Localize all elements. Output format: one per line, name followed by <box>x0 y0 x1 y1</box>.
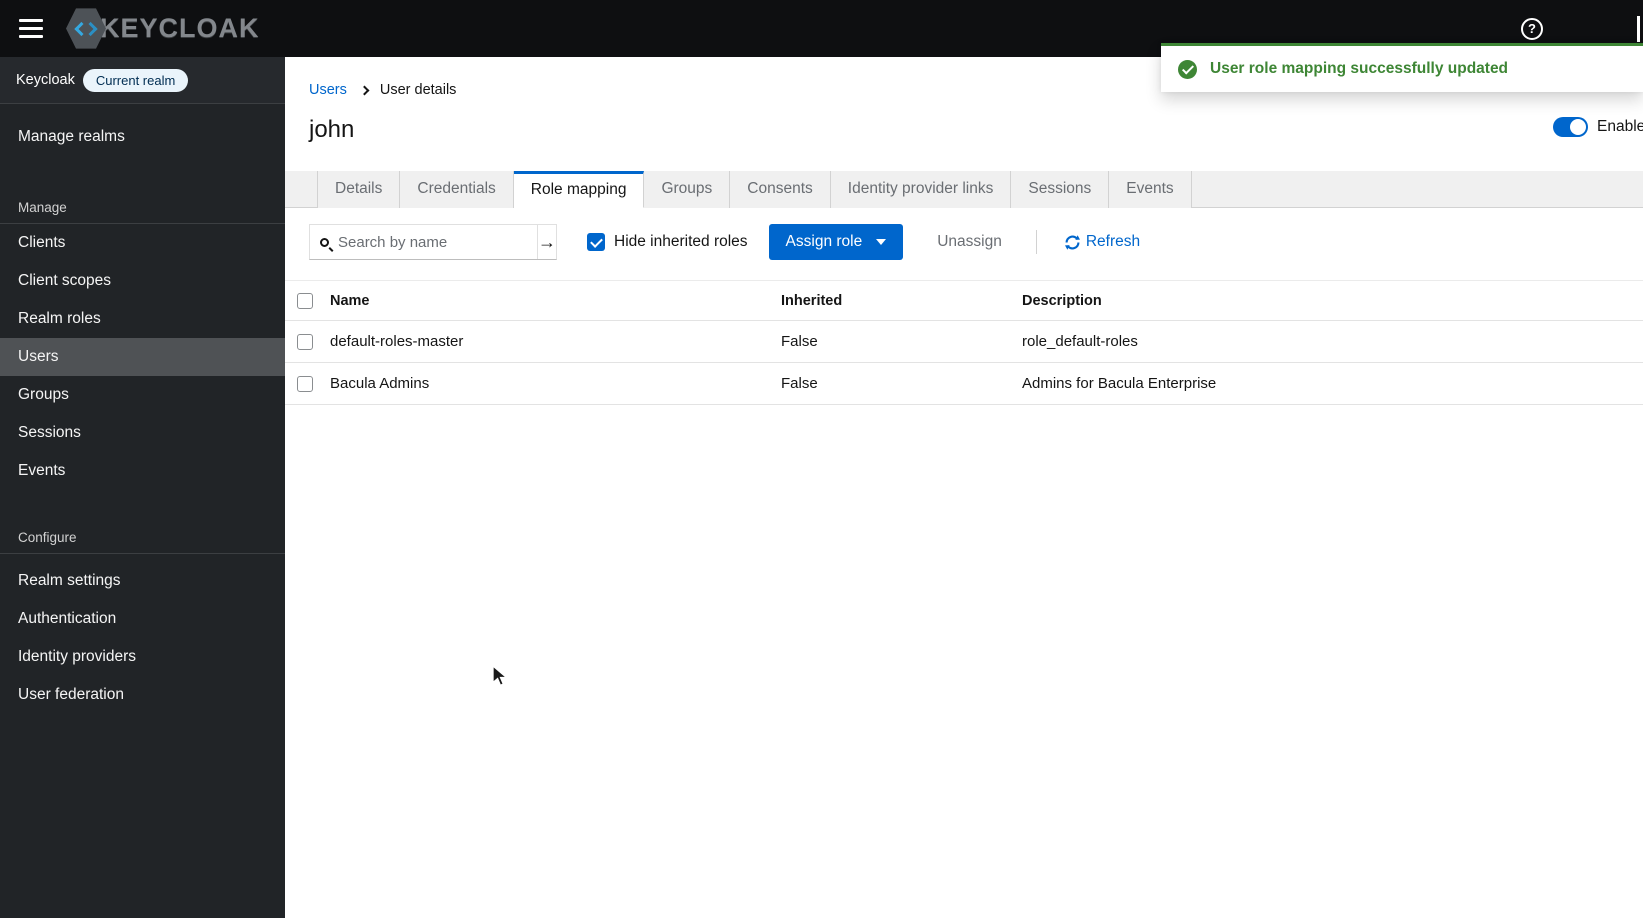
topbar-edge-element <box>1637 15 1640 42</box>
chevron-down-icon <box>876 239 887 245</box>
tab-sessions[interactable]: Sessions <box>1011 171 1110 208</box>
sidebar-item-users[interactable]: Users <box>0 338 285 376</box>
sidebar-item-clients[interactable]: Clients <box>0 224 285 262</box>
enabled-toggle[interactable] <box>1553 117 1588 137</box>
row-checkbox[interactable] <box>297 375 313 392</box>
help-icon[interactable]: ? <box>1521 17 1543 40</box>
chevron-right-icon <box>359 85 370 95</box>
select-all-checkbox[interactable] <box>297 292 313 309</box>
search-group: → <box>309 224 557 260</box>
realm-name: Keycloak <box>16 72 75 88</box>
tab-groups[interactable]: Groups <box>644 171 731 208</box>
sidebar-item-groups[interactable]: Groups <box>0 376 285 414</box>
assign-role-label: Assign role <box>785 233 863 250</box>
table-row: Bacula Admins False Admins for Bacula En… <box>285 363 1643 405</box>
main-content: Users User details john Enabled Details … <box>285 57 1643 918</box>
realm-selector[interactable]: Keycloak Current realm <box>0 57 285 104</box>
unassign-button[interactable]: Unassign <box>937 233 1002 251</box>
role-description-cell: Admins for Bacula Enterprise <box>1022 375 1217 392</box>
page-title: john <box>309 116 355 143</box>
tab-role-mapping[interactable]: Role mapping <box>513 171 645 208</box>
sidebar-item-realm-settings[interactable]: Realm settings <box>0 562 285 600</box>
column-header-description: Description <box>1022 292 1102 309</box>
sidebar-item-user-federation[interactable]: User federation <box>0 676 285 714</box>
search-input[interactable] <box>338 233 537 251</box>
section-title-configure: Configure <box>18 530 77 545</box>
tab-bar: Details Credentials Role mapping Groups … <box>285 171 1643 208</box>
enabled-label: Enabled <box>1597 118 1643 135</box>
brand-wordmark: KEYCLOAK <box>100 13 260 43</box>
hamburger-menu-icon[interactable] <box>8 9 54 49</box>
current-realm-badge[interactable]: Current realm <box>82 68 189 92</box>
sidebar-item-authentication[interactable]: Authentication <box>0 600 285 638</box>
tab-events[interactable]: Events <box>1109 171 1192 208</box>
sidebar-section-configure: Configure Realm settings Authentication … <box>0 530 285 714</box>
role-name-cell: Bacula Admins <box>330 375 430 392</box>
sidebar-item-events[interactable]: Events <box>0 452 285 490</box>
role-mapping-toolbar: → Hide inherited roles Assign role Unass… <box>285 208 1643 260</box>
tab-identity-provider-links[interactable]: Identity provider links <box>830 171 1012 208</box>
keycloak-logo: KEYCLOAK <box>66 8 260 50</box>
search-icon <box>320 237 329 247</box>
table-header-row: Name Inherited Description <box>285 280 1643 321</box>
toolbar-divider <box>1035 230 1037 254</box>
success-toast: User role mapping successfully updated <box>1161 43 1643 92</box>
assign-role-button[interactable]: Assign role <box>768 224 904 260</box>
hide-inherited-roles-control[interactable]: Hide inherited roles <box>587 233 748 251</box>
tab-details[interactable]: Details <box>317 171 401 208</box>
role-inherited-cell: False <box>781 333 818 350</box>
sidebar-section-manage: Manage Clients Client scopes Realm roles… <box>0 200 285 490</box>
refresh-label: Refresh <box>1085 233 1141 250</box>
role-inherited-cell: False <box>781 375 818 392</box>
success-check-icon <box>1178 59 1197 79</box>
section-title-manage: Manage <box>18 200 67 215</box>
tab-consents[interactable]: Consents <box>730 171 831 208</box>
sidebar-item-realm-roles[interactable]: Realm roles <box>0 300 285 338</box>
role-name-cell: default-roles-master <box>330 333 464 350</box>
role-description-cell: role_default-roles <box>1022 333 1138 350</box>
tab-credentials[interactable]: Credentials <box>400 171 514 208</box>
breadcrumb-current: User details <box>379 82 457 98</box>
table-row: default-roles-master False role_default-… <box>285 321 1643 363</box>
refresh-button[interactable]: Refresh <box>1064 233 1141 251</box>
search-submit-button[interactable]: → <box>537 225 556 259</box>
column-header-name: Name <box>330 292 370 309</box>
breadcrumb-users-link[interactable]: Users <box>309 82 347 98</box>
hide-inherited-label: Hide inherited roles <box>614 233 748 250</box>
sidebar-item-identity-providers[interactable]: Identity providers <box>0 638 285 676</box>
toast-message: User role mapping successfully updated <box>1210 60 1509 77</box>
column-header-inherited: Inherited <box>781 292 843 309</box>
sidebar-item-client-scopes[interactable]: Client scopes <box>0 262 285 300</box>
sidebar-item-manage-realms[interactable]: Manage realms <box>0 118 285 156</box>
row-checkbox[interactable] <box>297 333 313 350</box>
hide-inherited-checkbox[interactable] <box>587 233 605 251</box>
sidebar-item-sessions[interactable]: Sessions <box>0 414 285 452</box>
role-mapping-table: Name Inherited Description default-roles… <box>285 280 1643 405</box>
refresh-icon <box>1064 234 1080 250</box>
sidebar: Keycloak Current realm Manage realms Man… <box>0 57 285 918</box>
